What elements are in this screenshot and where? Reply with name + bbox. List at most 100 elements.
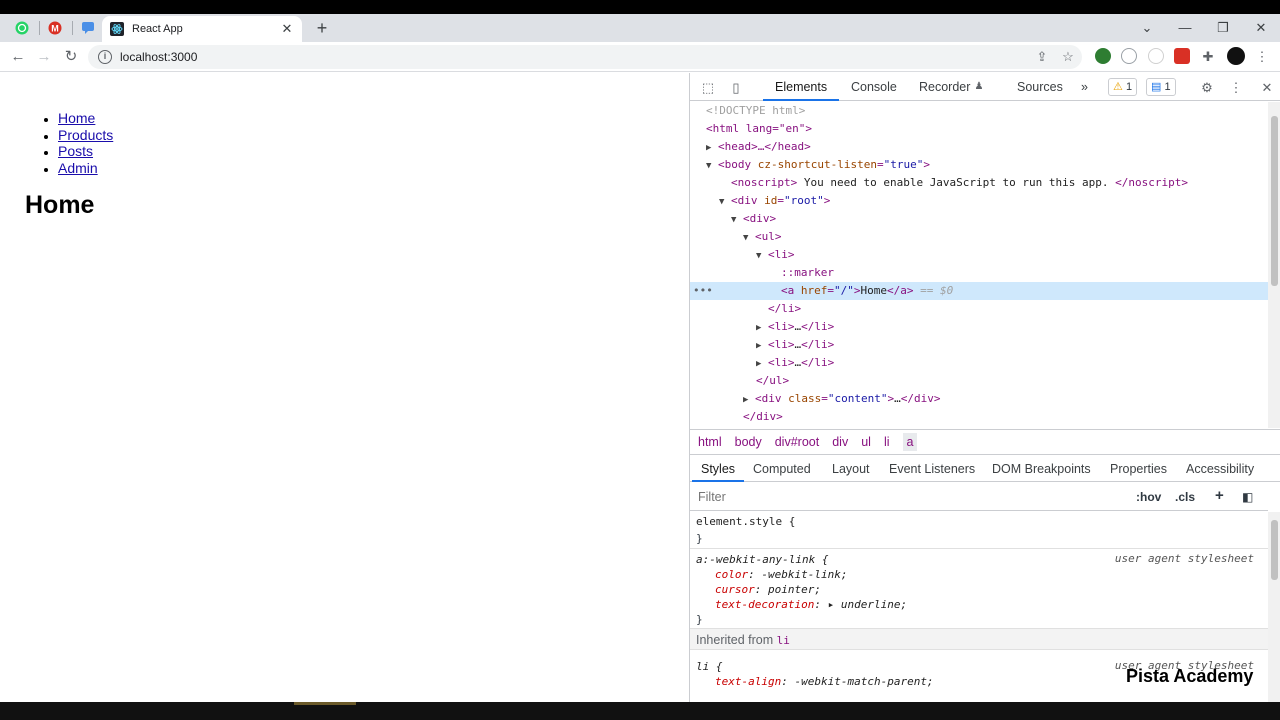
pinned-tab-gmail[interactable]: M [41, 17, 69, 39]
toggle-sidebar-icon[interactable]: ◧ [1242, 490, 1253, 504]
collapse-triangle-icon[interactable]: ▼ [743, 229, 755, 247]
extensions-puzzle-icon[interactable]: ✚ [1199, 48, 1217, 66]
style-property[interactable]: cursor: pointer; [715, 582, 821, 597]
dom-node-marker[interactable]: ::marker [781, 264, 834, 282]
rule-selector[interactable]: a:-webkit-any-link { [696, 552, 828, 567]
nav-link-products[interactable]: Products [58, 127, 113, 143]
collapse-triangle-icon[interactable]: ▼ [719, 193, 731, 211]
reload-icon[interactable]: ↻ [61, 47, 81, 67]
site-info-icon[interactable]: i [98, 50, 112, 64]
collapse-triangle-icon[interactable]: ▼ [706, 157, 718, 175]
expand-triangle-icon[interactable]: ▶ [756, 337, 768, 355]
inherited-tag[interactable]: li [777, 634, 790, 647]
close-window-button[interactable]: ✕ [1242, 18, 1280, 38]
tab-sources[interactable]: Sources [1017, 80, 1063, 94]
tab-dom-breakpoints[interactable]: DOM Breakpoints [992, 462, 1091, 476]
breadcrumb-div-root[interactable]: div#root [775, 435, 819, 449]
close-devtools-icon[interactable]: ✕ [1258, 79, 1276, 97]
dom-node-li[interactable]: ▶ <li>…</li> [756, 336, 834, 354]
share-icon[interactable]: ⇪ [1033, 48, 1051, 66]
maximize-button[interactable]: ❐ [1204, 18, 1242, 38]
bookmark-star-icon[interactable]: ☆ [1059, 48, 1077, 66]
dom-node-body[interactable]: ▼ <body cz-shortcut-listen="true"> [706, 156, 930, 174]
expand-triangle-icon[interactable]: ▶ [743, 391, 755, 409]
browser-menu-icon[interactable]: ⋮ [1253, 48, 1271, 66]
breadcrumb-ul[interactable]: ul [861, 435, 871, 449]
dom-node-content[interactable]: ▶ <div class="content">…</div> [743, 390, 940, 408]
hov-toggle[interactable]: :hov [1136, 490, 1161, 504]
style-property[interactable]: text-decoration: ▸ underline; [715, 597, 907, 612]
dom-node-noscript[interactable]: <noscript> You need to enable JavaScript… [731, 174, 1188, 192]
minimize-button[interactable]: — [1166, 18, 1204, 38]
breadcrumb-html[interactable]: html [698, 435, 722, 449]
messages-badge[interactable]: ▤ 1 [1146, 78, 1176, 96]
settings-gear-icon[interactable]: ⚙ [1198, 79, 1216, 97]
pinned-tab-whatsapp[interactable] [8, 17, 36, 39]
dom-node-li[interactable]: ▼ <li> [756, 246, 795, 264]
cls-toggle[interactable]: .cls [1175, 490, 1195, 504]
dom-node-div[interactable]: ▼ <div> [731, 210, 776, 228]
tab-event-listeners[interactable]: Event Listeners [889, 462, 975, 476]
breadcrumb-body[interactable]: body [735, 435, 762, 449]
rule-selector[interactable]: li { [696, 659, 723, 674]
tab-console[interactable]: Console [851, 80, 897, 94]
dom-node-selected-a[interactable]: ••• <a href="/">Home</a> == $0 [690, 282, 1268, 300]
inspect-element-icon[interactable]: ⬚ [699, 79, 717, 97]
tab-close-icon[interactable]: ✕ [280, 21, 294, 37]
nav-link-home[interactable]: Home [58, 110, 95, 126]
element-style-selector[interactable]: element.style { [696, 514, 795, 529]
style-property[interactable]: text-align: -webkit-match-parent; [715, 674, 934, 689]
breadcrumb-a[interactable]: a [902, 433, 918, 451]
styles-filter-input[interactable] [698, 490, 998, 504]
dom-scrollbar[interactable] [1268, 102, 1280, 428]
tab-properties[interactable]: Properties [1110, 462, 1167, 476]
profile-avatar[interactable] [1227, 47, 1245, 65]
dom-node-head[interactable]: ▶ <head>…</head> [706, 138, 811, 156]
dom-node-ul[interactable]: ▼ <ul> [743, 228, 782, 246]
collapse-triangle-icon[interactable]: ▼ [756, 247, 768, 265]
new-style-rule-icon[interactable]: + [1215, 487, 1224, 504]
new-tab-button[interactable]: + [312, 18, 332, 38]
expand-triangle-icon[interactable]: ▶ [756, 319, 768, 337]
address-bar[interactable]: i localhost:3000 [88, 45, 1082, 69]
more-options-icon[interactable]: ••• [693, 282, 713, 300]
dom-node-li[interactable]: ▶ <li>…</li> [756, 318, 834, 336]
extension-ghost-icon[interactable] [1148, 48, 1164, 64]
scrollbar-thumb[interactable] [1271, 116, 1278, 286]
more-tabs-icon[interactable]: » [1081, 80, 1088, 94]
expand-triangle-icon[interactable]: ▶ [756, 355, 768, 373]
tab-elements[interactable]: Elements [775, 80, 827, 94]
dom-node-ul-close[interactable]: </ul> [756, 372, 789, 390]
tab-layout[interactable]: Layout [832, 462, 870, 476]
styles-scrollbar[interactable] [1268, 512, 1280, 702]
tab-styles[interactable]: Styles [701, 462, 735, 476]
dom-node-li-close[interactable]: </li> [768, 300, 801, 318]
device-toolbar-icon[interactable]: ▯ [727, 79, 745, 97]
nav-link-posts[interactable]: Posts [58, 143, 93, 159]
pinned-tab-chat[interactable] [74, 17, 102, 39]
tab-search-icon[interactable]: ⌄ [1128, 18, 1166, 38]
collapse-triangle-icon[interactable]: ▼ [731, 211, 743, 229]
dom-node-root[interactable]: ▼ <div id="root"> [719, 192, 830, 210]
breadcrumb-li[interactable]: li [884, 435, 890, 449]
dom-node-li[interactable]: ▶ <li>…</li> [756, 354, 834, 372]
extension-globe-icon[interactable] [1095, 48, 1111, 64]
warnings-badge[interactable]: ⚠ 1 [1108, 78, 1138, 96]
breadcrumb-div[interactable]: div [832, 435, 848, 449]
back-icon[interactable]: ← [8, 47, 28, 67]
style-property[interactable]: color: -webkit-link; [715, 567, 847, 582]
nav-link-admin[interactable]: Admin [58, 160, 98, 176]
scrollbar-thumb[interactable] [1271, 520, 1278, 580]
forward-icon[interactable]: → [34, 47, 54, 67]
tab-react-app[interactable]: React App ✕ [102, 16, 302, 42]
devtools-menu-icon[interactable]: ⋮ [1227, 79, 1245, 97]
dom-node-doctype[interactable]: <!DOCTYPE html> [706, 102, 805, 120]
extension-red-icon[interactable] [1174, 48, 1190, 64]
dom-node-html[interactable]: <html lang="en"> [706, 120, 812, 138]
expand-triangle-icon[interactable]: ▶ [706, 139, 718, 157]
tab-recorder[interactable]: Recorder [919, 80, 970, 94]
extension-cloud-icon[interactable] [1121, 48, 1137, 64]
tab-computed[interactable]: Computed [753, 462, 811, 476]
tab-accessibility[interactable]: Accessibility [1186, 462, 1254, 476]
dom-node-div-close[interactable]: </div> [743, 408, 783, 426]
